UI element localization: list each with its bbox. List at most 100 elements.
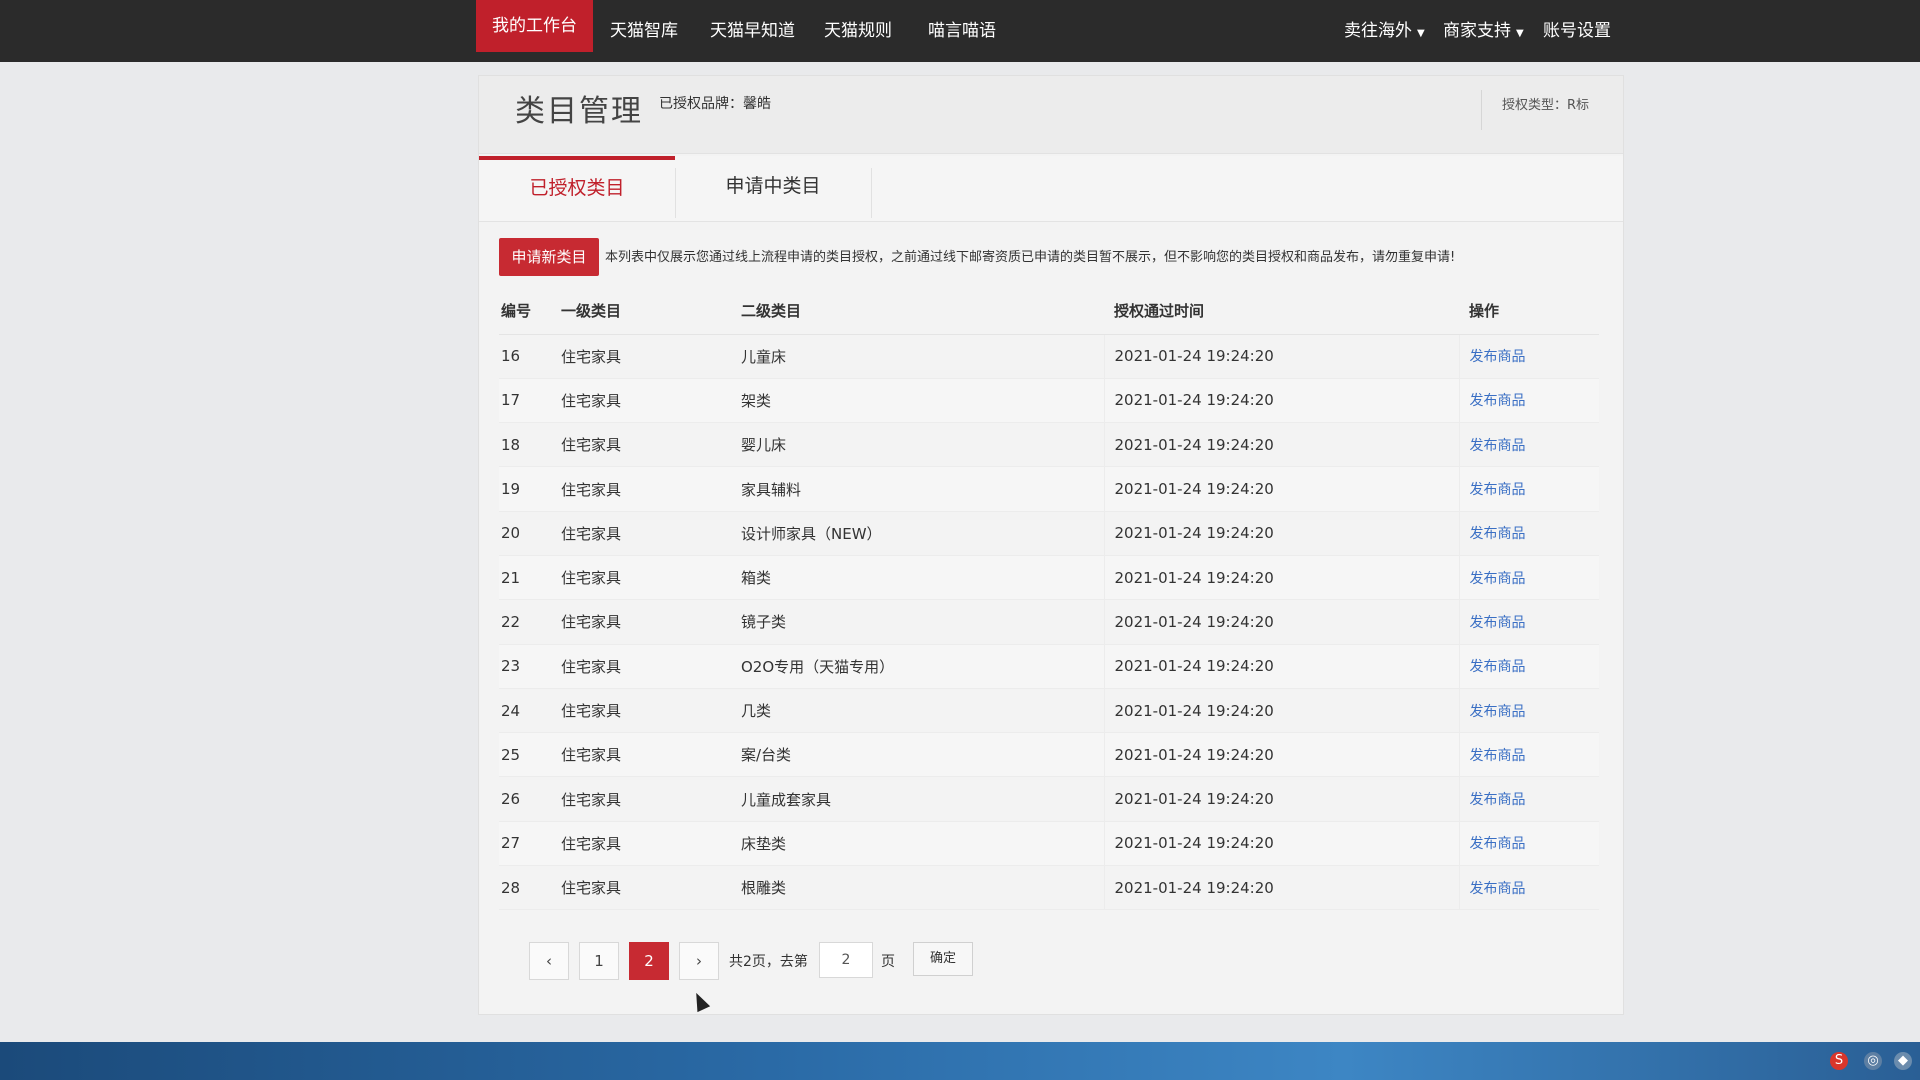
cell-operation: 发布商品	[1458, 422, 1599, 468]
total-pages-text: 共2页，去第	[729, 954, 808, 970]
nav-merchant-support[interactable]: 商家支持 ▼	[1443, 0, 1524, 62]
table-row: 24 住宅家具 几类 2021-01-24 19:24:20 发布商品	[499, 688, 1599, 734]
cell-level1-category: 住宅家具	[559, 776, 739, 822]
cell-operation: 发布商品	[1458, 466, 1599, 512]
cell-id: 27	[499, 821, 559, 867]
category-table: 编号 一级类目 二级类目 授权通过时间 操作 16 住宅家具 儿童床 2021-…	[499, 288, 1599, 911]
page-2-button[interactable]: 2	[629, 942, 669, 980]
table-row: 18 住宅家具 婴儿床 2021-01-24 19:24:20 发布商品	[499, 422, 1599, 468]
cell-level1-category: 住宅家具	[559, 644, 739, 689]
category-management-panel: 类目管理 已授权品牌：馨皓 授权类型：R标 已授权类目 申请中类目 申请新类目 …	[478, 75, 1624, 1015]
cell-level2-category: 案/台类	[739, 732, 1104, 778]
cell-level1-category: 住宅家具	[559, 334, 739, 379]
cell-approval-time: 2021-01-24 19:24:20	[1103, 599, 1459, 645]
cell-level2-category: 架类	[739, 378, 1104, 424]
cell-approval-time: 2021-01-24 19:24:20	[1103, 821, 1459, 867]
confirm-page-button[interactable]: 确定	[913, 942, 973, 976]
publish-product-link[interactable]: 发布商品	[1470, 349, 1526, 365]
publish-product-link[interactable]: 发布商品	[1470, 748, 1526, 764]
cell-approval-time: 2021-01-24 19:24:20	[1103, 555, 1459, 601]
page-suffix-text: 页	[881, 954, 895, 970]
cell-id: 18	[499, 422, 559, 468]
nav-tmall-early-know[interactable]: 天猫早知道	[710, 0, 795, 62]
header-level1-category: 一级类目	[559, 288, 739, 335]
cell-level2-category: 设计师家具（NEW）	[739, 511, 1104, 556]
publish-product-link[interactable]: 发布商品	[1470, 792, 1526, 808]
cell-approval-time: 2021-01-24 19:24:20	[1103, 378, 1459, 424]
table-row: 16 住宅家具 儿童床 2021-01-24 19:24:20 发布商品	[499, 334, 1599, 379]
publish-product-link[interactable]: 发布商品	[1470, 393, 1526, 409]
cell-approval-time: 2021-01-24 19:24:20	[1103, 334, 1459, 379]
cell-operation: 发布商品	[1458, 378, 1599, 424]
table-row: 22 住宅家具 镜子类 2021-01-24 19:24:20 发布商品	[499, 599, 1599, 645]
table-row: 28 住宅家具 根雕类 2021-01-24 19:24:20 发布商品	[499, 865, 1599, 911]
publish-product-link[interactable]: 发布商品	[1470, 881, 1526, 897]
tab-divider	[871, 168, 872, 218]
table-row: 23 住宅家具 O2O专用（天猫专用） 2021-01-24 19:24:20 …	[499, 644, 1599, 689]
publish-product-link[interactable]: 发布商品	[1470, 659, 1526, 675]
publish-product-link[interactable]: 发布商品	[1470, 836, 1526, 852]
tab-authorized-categories[interactable]: 已授权类目	[479, 156, 675, 222]
cell-operation: 发布商品	[1458, 732, 1599, 778]
header-id: 编号	[499, 288, 559, 335]
nav-my-workbench[interactable]: 我的工作台	[476, 0, 593, 52]
input-method-icon[interactable]: S	[1830, 1052, 1848, 1070]
cell-approval-time: 2021-01-24 19:24:20	[1103, 466, 1459, 512]
nav-sell-overseas[interactable]: 卖往海外 ▼	[1344, 0, 1425, 62]
prev-page-button[interactable]: ‹	[529, 942, 569, 980]
cell-level2-category: 箱类	[739, 555, 1104, 601]
next-page-button[interactable]: ›	[679, 942, 719, 980]
cell-id: 22	[499, 599, 559, 645]
cell-level1-category: 住宅家具	[559, 732, 739, 778]
cell-operation: 发布商品	[1458, 555, 1599, 601]
header-operation: 操作	[1459, 288, 1599, 335]
cell-level1-category: 住宅家具	[559, 821, 739, 867]
publish-product-link[interactable]: 发布商品	[1470, 704, 1526, 720]
cell-operation: 发布商品	[1458, 821, 1599, 867]
nav-merchant-support-label: 商家支持	[1443, 21, 1511, 41]
page-title: 类目管理	[515, 94, 643, 129]
cell-level1-category: 住宅家具	[559, 511, 739, 556]
cell-level1-category: 住宅家具	[559, 688, 739, 734]
cell-operation: 发布商品	[1458, 334, 1599, 379]
cell-level1-category: 住宅家具	[559, 466, 739, 512]
nav-miao-yan[interactable]: 喵言喵语	[928, 0, 996, 62]
cell-level2-category: 家具辅料	[739, 466, 1104, 512]
table-header-row: 编号 一级类目 二级类目 授权通过时间 操作	[499, 288, 1599, 335]
cell-approval-time: 2021-01-24 19:24:20	[1103, 511, 1459, 556]
apply-new-category-button[interactable]: 申请新类目	[499, 238, 599, 276]
publish-product-link[interactable]: 发布商品	[1470, 526, 1526, 542]
cell-operation: 发布商品	[1458, 644, 1599, 689]
tab-bar: 已授权类目 申请中类目	[479, 156, 1623, 222]
publish-product-link[interactable]: 发布商品	[1470, 571, 1526, 587]
publish-product-link[interactable]: 发布商品	[1470, 482, 1526, 498]
shield-icon[interactable]: ◆	[1894, 1052, 1912, 1070]
cell-operation: 发布商品	[1458, 865, 1599, 911]
cell-approval-time: 2021-01-24 19:24:20	[1103, 644, 1459, 689]
table-row: 19 住宅家具 家具辅料 2021-01-24 19:24:20 发布商品	[499, 466, 1599, 512]
table-row: 21 住宅家具 箱类 2021-01-24 19:24:20 发布商品	[499, 555, 1599, 601]
authorized-brand: 已授权品牌：馨皓	[659, 96, 771, 112]
cell-operation: 发布商品	[1458, 688, 1599, 734]
cell-level2-category: 床垫类	[739, 821, 1104, 867]
table-row: 26 住宅家具 儿童成套家具 2021-01-24 19:24:20 发布商品	[499, 776, 1599, 822]
publish-product-link[interactable]: 发布商品	[1470, 438, 1526, 454]
network-icon[interactable]: ◎	[1864, 1052, 1882, 1070]
tab-pending-categories[interactable]: 申请中类目	[675, 156, 871, 222]
cell-level2-category: 几类	[739, 688, 1104, 734]
page-1-button[interactable]: 1	[579, 942, 619, 980]
nav-tmall-think-tank[interactable]: 天猫智库	[610, 0, 678, 62]
nav-tmall-rules[interactable]: 天猫规则	[824, 0, 892, 62]
nav-account-settings[interactable]: 账号设置	[1543, 0, 1611, 62]
publish-product-link[interactable]: 发布商品	[1470, 615, 1526, 631]
chevron-down-icon: ▼	[1417, 28, 1425, 39]
cell-level1-category: 住宅家具	[559, 378, 739, 424]
cell-level1-category: 住宅家具	[559, 555, 739, 601]
cell-level1-category: 住宅家具	[559, 865, 739, 911]
cell-id: 23	[499, 644, 559, 689]
goto-page-input[interactable]	[819, 942, 873, 978]
table-row: 27 住宅家具 床垫类 2021-01-24 19:24:20 发布商品	[499, 821, 1599, 867]
cell-approval-time: 2021-01-24 19:24:20	[1103, 732, 1459, 778]
cell-id: 17	[499, 378, 559, 424]
cell-id: 28	[499, 865, 559, 911]
